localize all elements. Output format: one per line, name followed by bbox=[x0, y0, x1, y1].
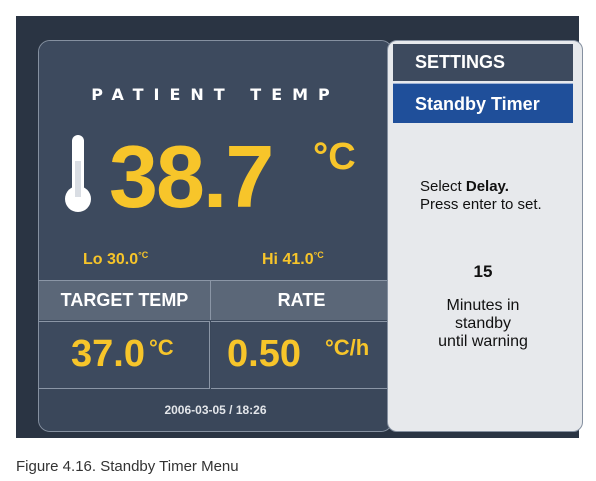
select-line: Select Delay. bbox=[420, 178, 542, 196]
hi-unit: °C bbox=[313, 250, 324, 260]
target-temp-cell: 37.0 °C bbox=[39, 321, 210, 389]
target-temp-header: TARGET TEMP bbox=[39, 281, 211, 320]
rate-cell: 0.50 °C/h bbox=[211, 321, 392, 389]
menu-standby-timer[interactable]: Standby Timer bbox=[393, 83, 573, 123]
hi-limit: Hi 41.0°C bbox=[262, 250, 324, 269]
target-temp-value: 37.0 bbox=[71, 333, 145, 375]
rate-header: RATE bbox=[211, 281, 392, 320]
lo-value: 30.0 bbox=[107, 251, 139, 268]
thermometer-icon bbox=[65, 135, 91, 212]
standby-description: Minutes in standby until warning bbox=[393, 297, 573, 351]
standby-desc-2: standby bbox=[454, 315, 512, 332]
rate-value: 0.50 bbox=[227, 333, 301, 375]
patient-temp-value: 38.7 bbox=[109, 127, 274, 226]
standby-desc-3: until warning bbox=[438, 333, 528, 350]
menu-settings[interactable]: SETTINGS bbox=[393, 44, 573, 81]
instructions: Select Delay. Press enter to set. bbox=[420, 178, 542, 214]
hi-value: 41.0 bbox=[282, 251, 314, 268]
target-temp-unit: °C bbox=[149, 335, 174, 360]
main-display: PATIENT TEMP 38.7 °C Lo 30.0°C Hi 41.0°C… bbox=[38, 40, 393, 432]
standby-minutes: 15 bbox=[473, 262, 493, 281]
patient-temp-unit: °C bbox=[313, 136, 356, 178]
lo-unit: °C bbox=[138, 250, 149, 260]
press-line: Press enter to set. bbox=[420, 196, 542, 213]
patient-temp-panel: PATIENT TEMP 38.7 °C Lo 30.0°C Hi 41.0°C bbox=[39, 41, 392, 281]
figure-caption: Figure 4.16. Standby Timer Menu bbox=[16, 458, 239, 475]
select-prefix: Select bbox=[420, 178, 466, 195]
hi-label: Hi bbox=[262, 251, 278, 268]
patient-temp-title: PATIENT TEMP bbox=[91, 85, 340, 104]
settings-sidebar: SETTINGS Standby Timer Select Delay. Pre… bbox=[387, 40, 583, 432]
device-screen: PATIENT TEMP 38.7 °C Lo 30.0°C Hi 41.0°C… bbox=[16, 16, 583, 438]
standby-desc-1: Minutes in bbox=[446, 297, 520, 314]
rate-unit: °C/h bbox=[325, 335, 370, 360]
lo-limit: Lo 30.0°C bbox=[83, 250, 149, 269]
date-time: 2006-03-05 / 18:26 bbox=[39, 389, 392, 431]
select-delay: Delay. bbox=[465, 178, 509, 195]
lo-label: Lo bbox=[83, 251, 103, 268]
